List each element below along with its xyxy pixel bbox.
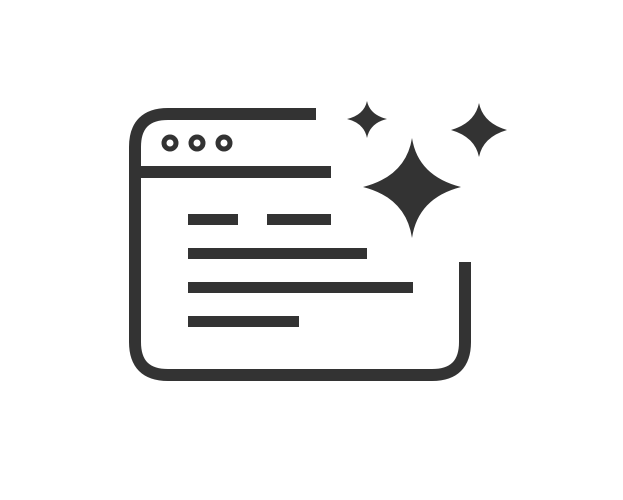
content-line xyxy=(267,214,331,225)
content-line xyxy=(188,248,367,259)
window-control-dot xyxy=(188,134,206,152)
content-line xyxy=(188,214,238,225)
window-control-dot xyxy=(161,134,179,152)
sparkle-medium-icon xyxy=(451,103,507,157)
content-lines xyxy=(188,214,413,327)
sparkle-large-icon xyxy=(363,138,461,238)
window-controls xyxy=(161,134,233,152)
sparkle-small-icon xyxy=(347,101,387,138)
content-line xyxy=(188,316,299,327)
sparkles xyxy=(347,101,507,238)
icon-canvas xyxy=(0,0,623,500)
content-line xyxy=(188,282,413,293)
browser-window-sparkle-icon xyxy=(129,101,507,381)
window-control-dot xyxy=(215,134,233,152)
